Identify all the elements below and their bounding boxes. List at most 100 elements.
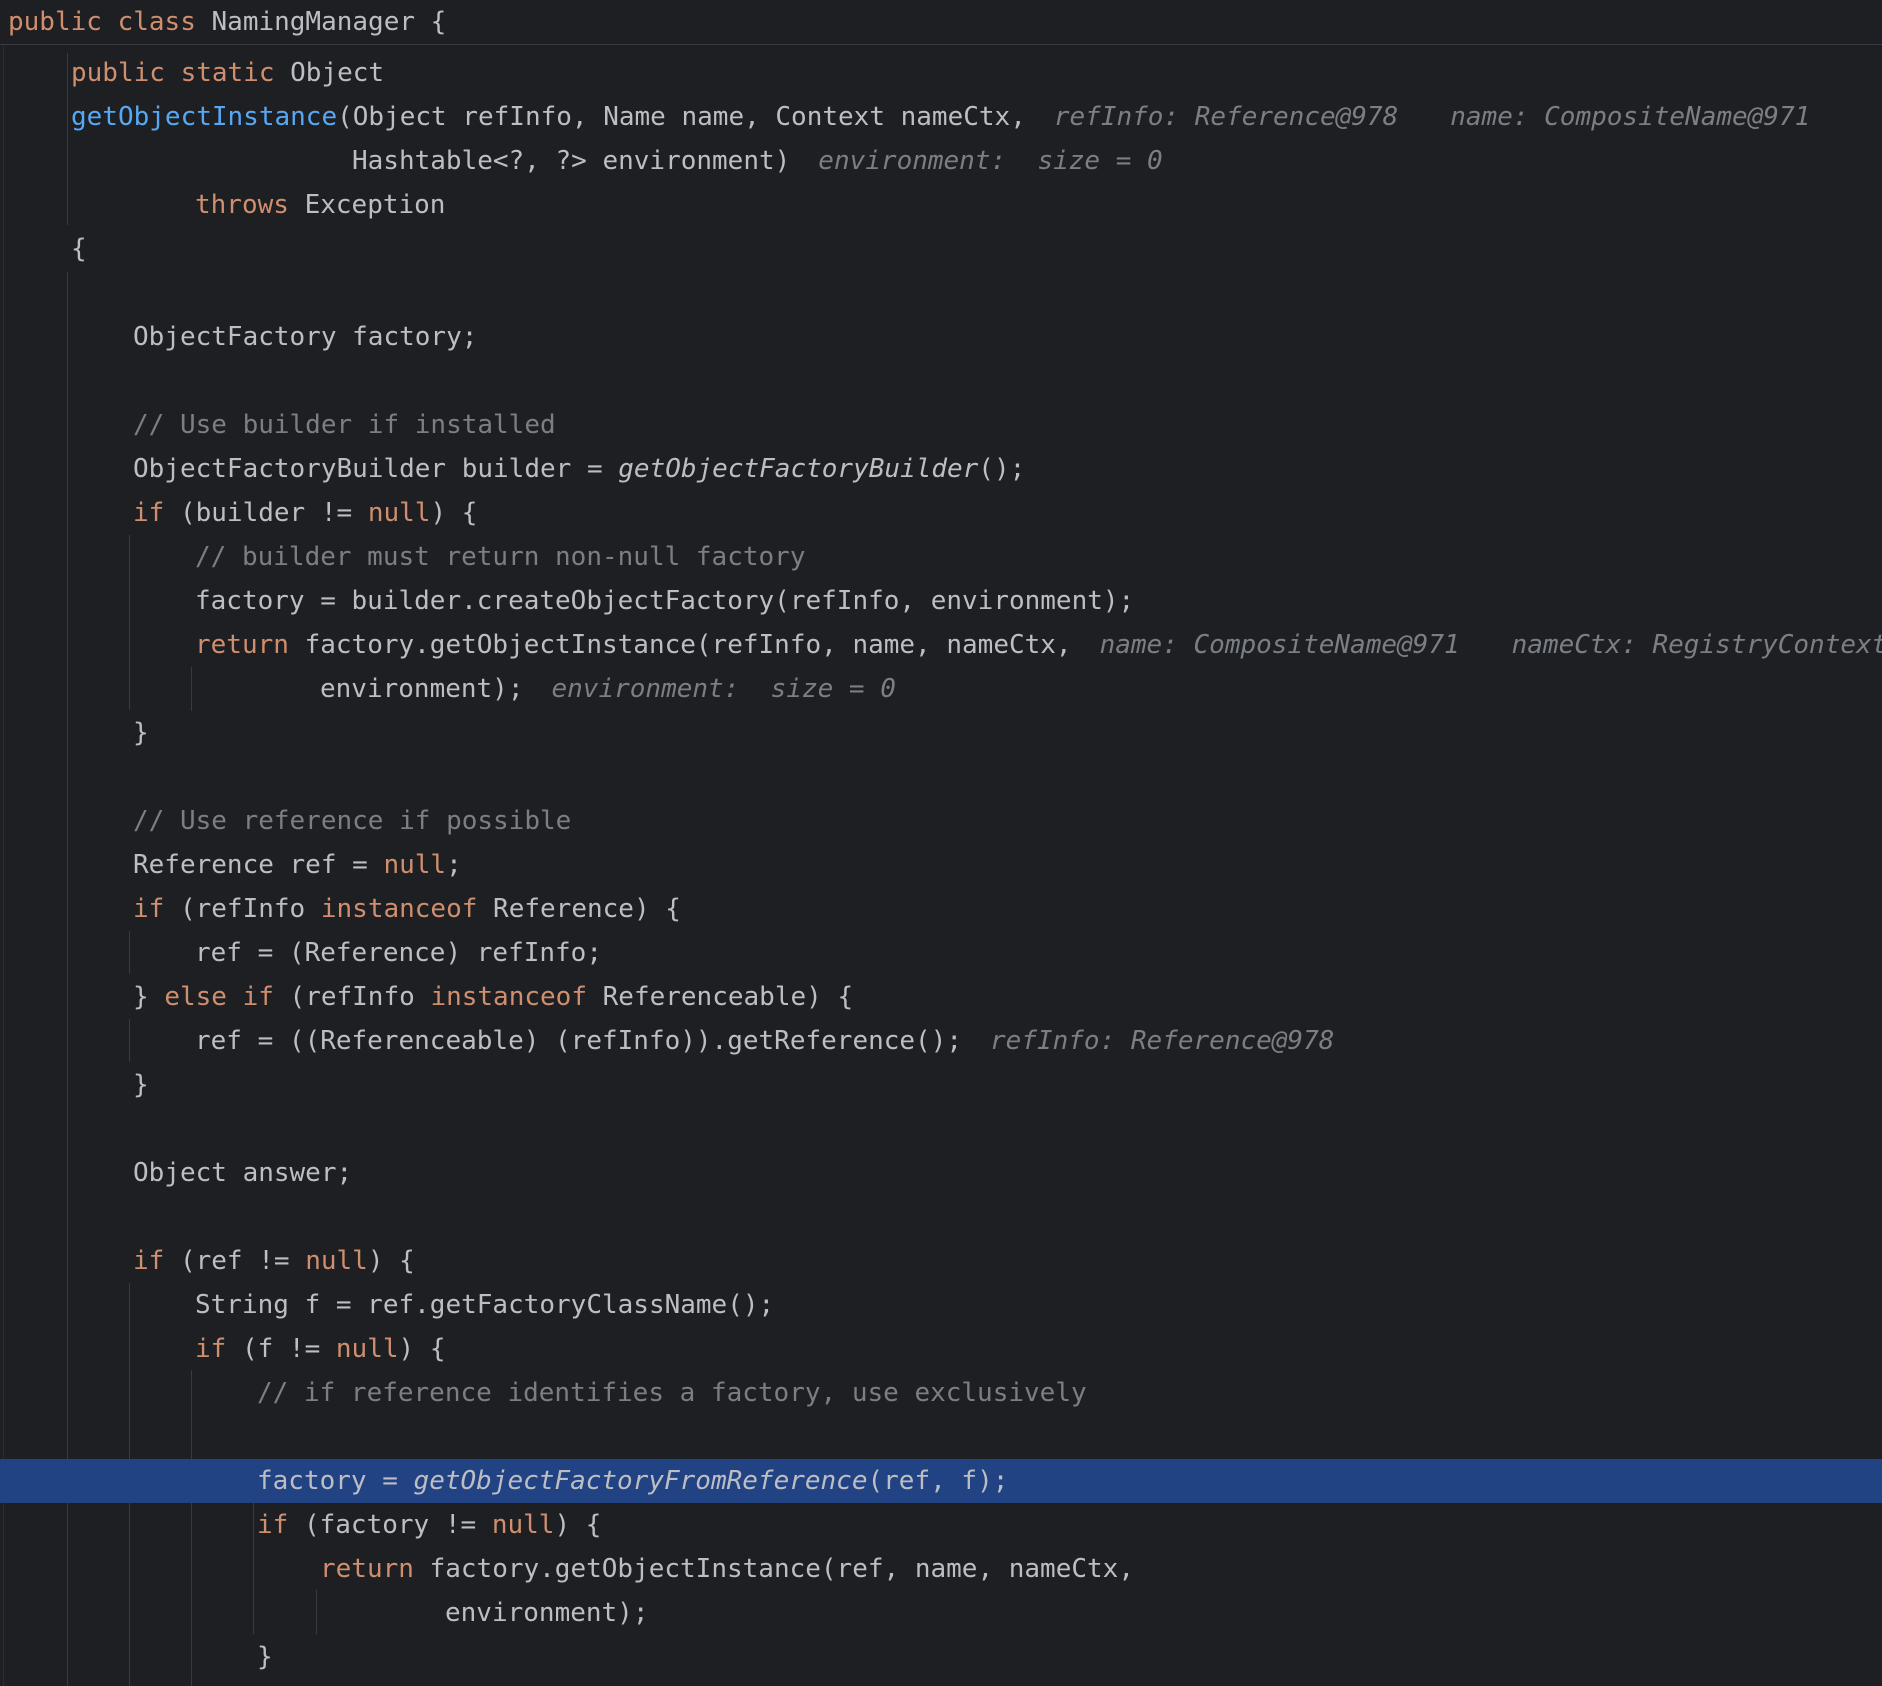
code-line-method-signature[interactable]: getObjectInstance(Object refInfo, Name n…	[0, 95, 1882, 139]
code-text: Object answer;	[133, 1158, 353, 1188]
keyword-null: null	[367, 498, 431, 528]
code-line-comment[interactable]: // Use reference if possible	[0, 799, 1882, 843]
keyword-return: return	[320, 1554, 414, 1584]
code-line-comment[interactable]: // Use builder if installed	[0, 403, 1882, 447]
code-line-environment-arg[interactable]: environment); environment: size = 0	[0, 667, 1882, 711]
keyword-public: public	[8, 7, 102, 37]
code-line-create-factory[interactable]: factory = builder.createObjectFactory(re…	[0, 579, 1882, 623]
code-text: ObjectFactoryBuilder builder =	[133, 454, 619, 484]
exception-type: Exception	[288, 190, 446, 220]
return-type: Object	[274, 58, 385, 88]
code-line-return-instance[interactable]: return factory.getObjectInstance(ref, na…	[0, 1547, 1882, 1591]
code-line-close-brace[interactable]: }	[0, 1063, 1882, 1107]
code-line-method-modifiers[interactable]: public static Object	[0, 51, 1882, 95]
code-line-builder-decl[interactable]: ObjectFactoryBuilder builder = getObject…	[0, 447, 1882, 491]
code-text: }	[257, 1642, 273, 1672]
keyword-if: if	[133, 1246, 165, 1276]
code-text: ref = ((Referenceable) (refInfo)).getRef…	[195, 1026, 963, 1056]
code-text: factory.getObjectInstance(refInfo, name,…	[288, 630, 1072, 660]
inline-debug-value: nameCtx: RegistryContext@	[1511, 630, 1882, 660]
code-text: }	[133, 982, 165, 1012]
code-line-if-builder[interactable]: if (builder != null) {	[0, 491, 1882, 535]
keyword-instanceof: instanceof	[320, 894, 478, 924]
code-text: (f !=	[226, 1334, 336, 1364]
inline-debug-value: refInfo: Reference@978	[990, 1026, 1335, 1056]
code-text: Reference) {	[477, 894, 681, 924]
static-method-call: getObjectFactoryBuilder	[618, 454, 979, 484]
comment-text: // Use reference if possible	[133, 806, 572, 836]
code-line-factory-decl[interactable]: ObjectFactory factory;	[0, 315, 1882, 359]
keyword-null: null	[335, 1334, 399, 1364]
code-line-if-factory[interactable]: if (factory != null) {	[0, 1503, 1882, 1547]
inline-debug-value: environment: size = 0	[818, 146, 1163, 176]
code-editor[interactable]: public class NamingManager { public stat…	[0, 0, 1882, 1686]
sticky-header-separator	[0, 44, 1882, 45]
code-line-else-if[interactable]: } else if (refInfo instanceof Referencea…	[0, 975, 1882, 1019]
code-text: ) {	[398, 1334, 446, 1364]
code-text: ) {	[430, 498, 478, 528]
code-line-if-ref[interactable]: if (ref != null) {	[0, 1239, 1882, 1283]
code-line-if-f[interactable]: if (f != null) {	[0, 1327, 1882, 1371]
code-text: factory = builder.createObjectFactory(re…	[195, 586, 1135, 616]
code-text: {	[71, 234, 87, 264]
code-line-answer-decl[interactable]: Object answer;	[0, 1151, 1882, 1195]
code-text: ObjectFactory factory;	[133, 322, 478, 352]
keyword-if: if	[133, 498, 165, 528]
code-text: (factory !=	[288, 1510, 492, 1540]
keyword-if: if	[257, 1510, 289, 1540]
code-line-close-brace[interactable]: }	[0, 1635, 1882, 1679]
code-text: (ref, f);	[867, 1466, 1009, 1496]
code-line-get-reference[interactable]: ref = ((Referenceable) (refInfo)).getRef…	[0, 1019, 1882, 1063]
code-line-comment[interactable]: // builder must return non-null factory	[0, 535, 1882, 579]
inline-debug-value: name: CompositeName@971	[1099, 630, 1460, 660]
code-line-throws[interactable]: throws Exception	[0, 183, 1882, 227]
code-text: environment);	[320, 674, 524, 704]
keyword-class: class	[117, 7, 196, 37]
code-text: }	[133, 1070, 149, 1100]
code-line-return-instance[interactable]: return factory.getObjectInstance(refInfo…	[0, 623, 1882, 667]
comment-text: // builder must return non-null factory	[195, 542, 806, 572]
inline-debug-value: refInfo: Reference@978	[1053, 102, 1399, 132]
code-text: ;	[446, 850, 462, 880]
keyword-instanceof: instanceof	[430, 982, 587, 1012]
keyword-if: if	[133, 894, 165, 924]
keyword-return: return	[195, 630, 289, 660]
code-line-open-brace[interactable]: {	[0, 227, 1882, 271]
parameters: (Object refInfo, Name name, Context name…	[337, 102, 1026, 132]
code-line-parameters-cont[interactable]: Hashtable<?, ?> environment) environment:…	[0, 139, 1882, 183]
code-text: (refInfo	[273, 982, 431, 1012]
keyword-null: null	[305, 1246, 368, 1276]
code-text: }	[133, 718, 149, 748]
code-text: Referenceable) {	[586, 982, 854, 1012]
code-text: factory =	[257, 1466, 414, 1496]
sticky-class-header[interactable]: public class NamingManager {	[0, 0, 1882, 44]
keyword-if: if	[195, 1334, 227, 1364]
code-text: String f = ref.getFactoryClassName();	[195, 1290, 775, 1320]
code-text: environment);	[445, 1598, 649, 1628]
comment-text: // Use builder if installed	[133, 410, 556, 440]
open-brace: {	[415, 7, 447, 37]
code-line-ref-decl[interactable]: Reference ref = null;	[0, 843, 1882, 887]
code-line-factory-class-name[interactable]: String f = ref.getFactoryClassName();	[0, 1283, 1882, 1327]
code-text: ) {	[367, 1246, 415, 1276]
inline-debug-value: environment: size = 0	[551, 674, 896, 704]
code-line-close-brace[interactable]: }	[0, 711, 1882, 755]
code-text: factory.getObjectInstance(ref, name, nam…	[413, 1554, 1134, 1584]
class-name: NamingManager	[211, 7, 416, 37]
inline-debug-value: name: CompositeName@971	[1450, 102, 1811, 132]
code-line-ref-cast[interactable]: ref = (Reference) refInfo;	[0, 931, 1882, 975]
method-name: getObjectInstance	[71, 102, 338, 132]
code-line-environment-arg[interactable]: environment);	[0, 1591, 1882, 1635]
keyword-public-static: public static	[71, 58, 275, 88]
keyword-null: null	[491, 1510, 555, 1540]
code-text: ();	[978, 454, 1026, 484]
code-text: Reference ref =	[133, 850, 384, 880]
comment-text: // if reference identifies a factory, us…	[257, 1378, 1087, 1408]
current-execution-line[interactable]: factory = getObjectFactoryFromReference(…	[0, 1459, 1882, 1503]
parameters: Hashtable<?, ?> environment)	[352, 146, 791, 176]
code-line-comment[interactable]: // if reference identifies a factory, us…	[0, 1371, 1882, 1415]
code-line-if-instanceof[interactable]: if (refInfo instanceof Reference) {	[0, 887, 1882, 931]
code-text: (builder !=	[164, 498, 368, 528]
keyword-throws: throws	[195, 190, 289, 220]
keyword-else-if: else if	[164, 982, 274, 1012]
